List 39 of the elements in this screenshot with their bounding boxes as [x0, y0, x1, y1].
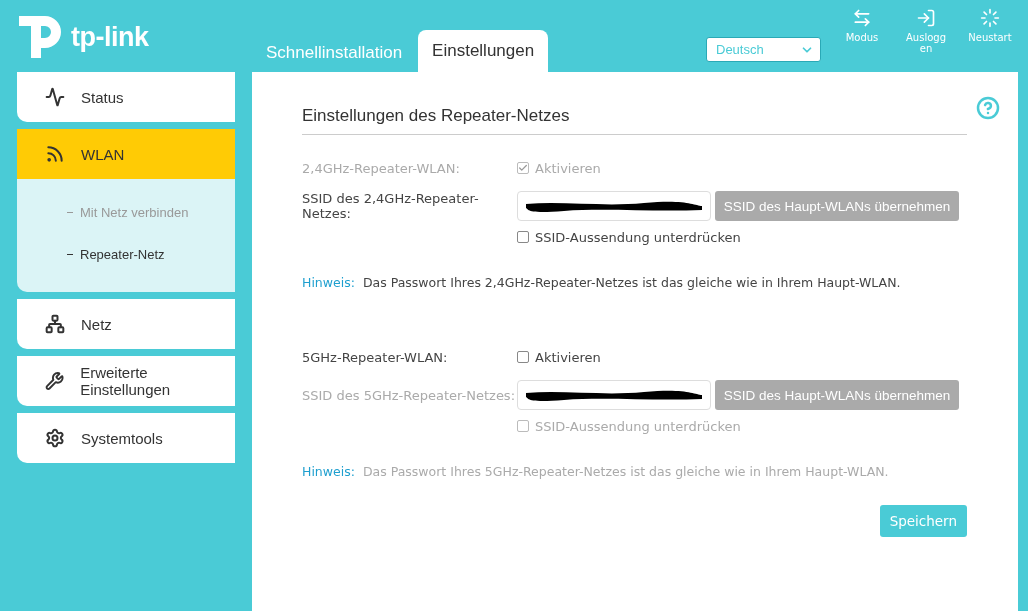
- ssid-field[interactable]: [517, 191, 711, 221]
- save-button[interactable]: Speichern: [879, 505, 967, 537]
- field-label: 5GHz-Repeater-WLAN:: [302, 349, 449, 365]
- hide-ssid-checkbox[interactable]: SSID-Aussendung unterdrücken: [517, 229, 741, 245]
- note-label: Hinweis:: [302, 275, 355, 290]
- enable-checkbox[interactable]: Aktivieren: [517, 349, 601, 365]
- section-title: Einstellungen des Repeater-Netzes: [302, 106, 967, 135]
- nav-tab[interactable]: Schnellinstallation: [252, 34, 417, 72]
- sidebar-item[interactable]: Systemtools: [17, 413, 235, 463]
- ssid-field[interactable]: [517, 380, 711, 410]
- header-action-button[interactable]: Modus: [830, 8, 894, 54]
- field-label: SSID des 5GHz-Repeater-Netzes:: [302, 387, 517, 403]
- note-text: Das Passwort Ihres 2,4GHz-Repeater-Netzes ist das gleiche wie in Ihrem Haupt-WLAN.: [362, 275, 901, 290]
- submenu-item[interactable]: Repeater-Netz: [67, 247, 235, 262]
- wifi-icon: [45, 144, 65, 164]
- nav-tab[interactable]: Einstellungen: [418, 30, 549, 72]
- note-text: Das Passwort Ihres 5GHz-Repeater-Netzes ist das gleiche wie in Ihrem Haupt-WLAN.: [362, 464, 889, 479]
- sidebar-item[interactable]: Netz: [17, 299, 235, 349]
- sidebar-item[interactable]: Status: [17, 72, 235, 122]
- header-action-button[interactable]: Neustart: [958, 8, 1022, 54]
- gear-icon: [45, 428, 65, 448]
- network-icon: [45, 314, 65, 334]
- spinner-icon: [980, 8, 1000, 28]
- pulse-icon: [45, 87, 65, 107]
- header-action-button[interactable]: Ausloggen: [894, 8, 958, 54]
- language-select[interactable]: Deutsch: [706, 37, 821, 62]
- sidebar-item[interactable]: WLAN: [17, 129, 235, 179]
- field-label: 2,4GHz-Repeater-WLAN:: [302, 160, 461, 176]
- logo-text: tp-link: [71, 21, 149, 53]
- note-label: Hinweis:: [302, 464, 355, 479]
- sidebar-item[interactable]: Erweiterte Einstellungen: [17, 356, 235, 406]
- submenu-item[interactable]: Mit Netz verbinden: [67, 205, 235, 220]
- copy-ssid-button[interactable]: SSID des Haupt-WLANs übernehmen: [715, 380, 959, 410]
- logout-icon: [916, 8, 936, 28]
- field-label: SSID des 2,4GHz-Repeater-Netzes:: [302, 191, 480, 221]
- wrench-icon: [45, 371, 65, 391]
- check-icon: [518, 163, 528, 173]
- swap-icon: [852, 8, 872, 28]
- copy-ssid-button[interactable]: SSID des Haupt-WLANs übernehmen: [715, 191, 959, 221]
